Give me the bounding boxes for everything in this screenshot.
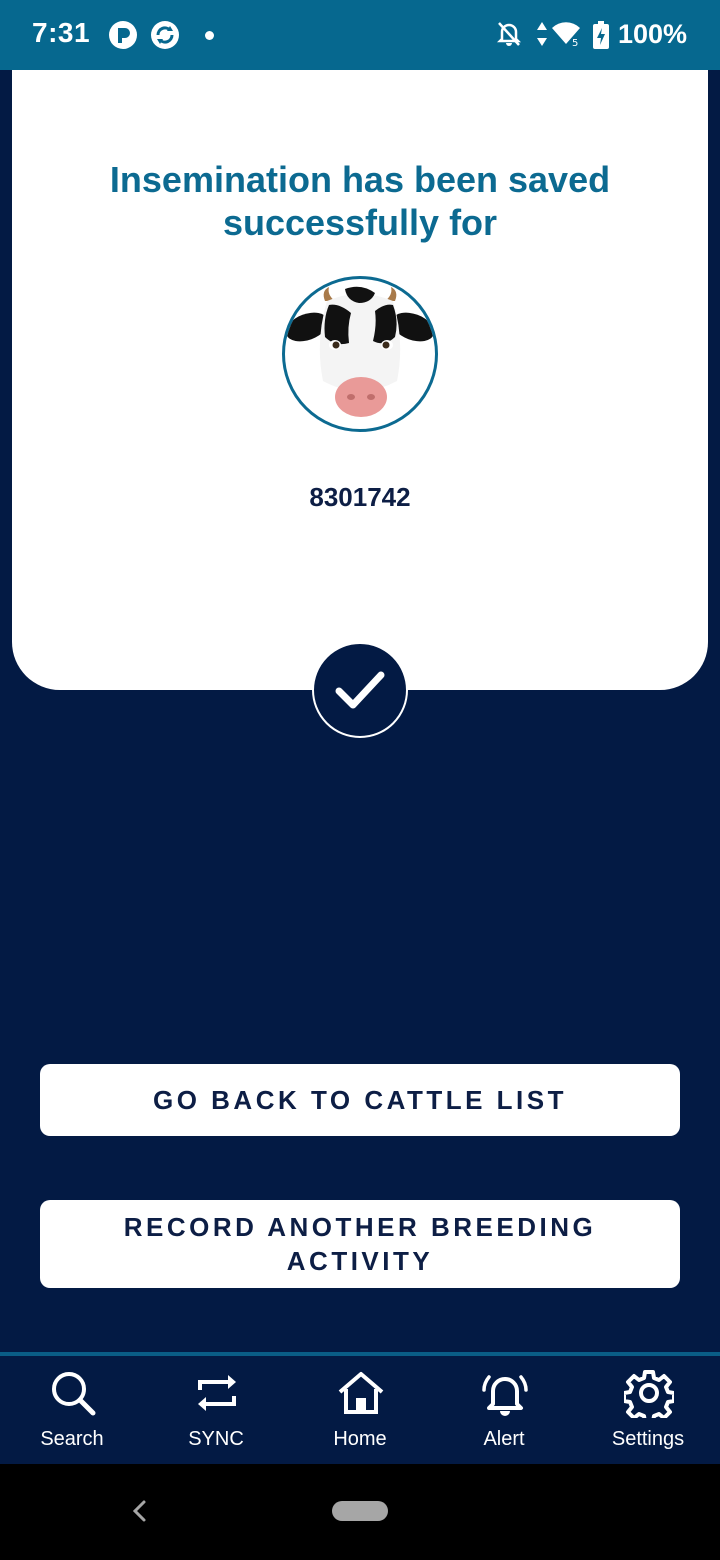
nav-label-search: Search xyxy=(40,1428,104,1450)
app-p-icon xyxy=(108,20,138,55)
status-bar: 7:31 5 100% xyxy=(0,0,720,70)
gear-icon xyxy=(624,1370,674,1418)
data-arrows-icon xyxy=(536,20,548,53)
nav-item-sync[interactable]: SYNC xyxy=(144,1356,288,1468)
nav-item-settings[interactable]: Settings xyxy=(576,1356,720,1468)
nav-label-alert: Alert xyxy=(483,1428,525,1450)
nav-item-home[interactable]: Home xyxy=(288,1356,432,1468)
system-back-icon[interactable] xyxy=(128,1498,150,1529)
nav-label-settings: Settings xyxy=(611,1428,685,1450)
record-another-button-label: RECORD ANOTHER BREEDING ACTIVITY xyxy=(123,1212,597,1276)
record-another-breeding-activity-button[interactable]: RECORD ANOTHER BREEDING ACTIVITY xyxy=(40,1200,680,1288)
go-back-to-cattle-list-button[interactable]: GO BACK TO CATTLE LIST xyxy=(40,1064,680,1136)
checkmark-icon xyxy=(312,642,408,738)
bottom-navigation: Search SYNC Home Alert Settings xyxy=(0,1352,720,1468)
cow-avatar-icon xyxy=(282,276,438,432)
animal-id: 8301742 xyxy=(309,482,411,512)
system-home-pill[interactable] xyxy=(332,1501,388,1521)
battery-percentage: 100% xyxy=(618,19,688,49)
wifi-icon: 5 xyxy=(550,20,582,53)
app-sync-icon xyxy=(150,20,180,55)
svg-text:5: 5 xyxy=(572,38,578,48)
success-card: Insemination has been saved successfully… xyxy=(12,70,708,690)
bell-icon xyxy=(482,1375,528,1416)
notifications-off-icon xyxy=(496,20,522,53)
sync-icon xyxy=(198,1375,236,1411)
success-message: Insemination has been saved successfully… xyxy=(109,159,611,243)
battery-charging-icon xyxy=(592,20,610,55)
nav-label-home: Home xyxy=(333,1428,387,1450)
nav-label-sync: SYNC xyxy=(188,1428,244,1450)
nav-item-alert[interactable]: Alert xyxy=(432,1356,576,1468)
status-time: 7:31 xyxy=(32,17,91,48)
system-navigation-bar xyxy=(0,1464,720,1560)
nav-item-search[interactable]: Search xyxy=(0,1356,144,1468)
search-icon xyxy=(52,1372,96,1416)
status-dot xyxy=(205,31,214,40)
go-back-button-label: GO BACK TO CATTLE LIST xyxy=(152,1085,568,1115)
home-icon xyxy=(338,1372,384,1414)
